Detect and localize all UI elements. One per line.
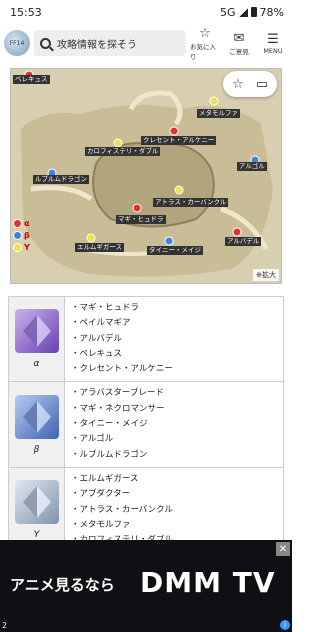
- list-item: ・アルバデル: [71, 333, 122, 344]
- legend-gamma: Y: [13, 243, 30, 252]
- ad-close-button[interactable]: ✕: [276, 542, 290, 556]
- star-icon: ☆: [232, 76, 244, 92]
- zoom-button[interactable]: ⊕拡大: [253, 269, 279, 281]
- map-label-atlas: アトラス・カーバンクル: [153, 198, 229, 207]
- crystal-list: ・マギ・ヒュドラ ・ペイルマギア ・アルバデル ・ベレキュス ・クレセント・アル…: [64, 295, 284, 383]
- crystal-symbol: β: [33, 444, 40, 455]
- crystal-symbol: α: [33, 359, 40, 370]
- ad-banner[interactable]: アニメ見るなら DMM TV ✕ i 2: [0, 540, 292, 632]
- bookmark-star-button[interactable]: ☆: [227, 73, 249, 95]
- list-item: ・エルムギガース: [71, 473, 139, 484]
- crystal-symbol: Y: [33, 530, 40, 541]
- map-marker-metamorpha[interactable]: [209, 96, 219, 106]
- map-label-crescent: クレセント・アルケニー: [141, 136, 217, 145]
- site-logo[interactable]: FF14: [4, 30, 30, 56]
- ad-page-number: 2: [2, 621, 8, 630]
- search-input[interactable]: 攻略情報を探そう: [34, 30, 186, 56]
- map-marker-crescent[interactable]: [169, 126, 179, 136]
- legend-beta: β: [13, 231, 30, 240]
- map-label-albadel: アルバデル: [225, 237, 262, 246]
- list-item: ・アトラス・カーバンクル: [71, 504, 173, 515]
- purple-crystal-icon: [14, 309, 59, 354]
- map-label-kalopisteri: カロフィステリ・ダブル: [85, 147, 161, 156]
- crystal-cell: α: [8, 295, 65, 383]
- map-label-hydra: マギ・ヒュドラ: [116, 215, 166, 224]
- clear-crystal-icon: [14, 480, 59, 525]
- list-item: ・マギ・ネクロマンサー: [71, 403, 165, 414]
- crystal-table: α ・マギ・ヒュドラ ・ペイルマギア ・アルバデル ・ベレキュス ・クレセント・…: [8, 295, 284, 554]
- signal-icon: [238, 7, 248, 17]
- map-label-metamorpha: メタモルファ: [197, 109, 240, 118]
- site-header: FF14 攻略情報を探そう ☆ お気に入り ✉ ご意見 ☰ MENU: [0, 24, 292, 62]
- blue-crystal-icon: [14, 394, 59, 439]
- map-marker-elmgigas[interactable]: [86, 233, 96, 243]
- crystal-cell: β: [8, 381, 65, 468]
- battery-label: 78%: [259, 5, 284, 19]
- ad-text: アニメ見るなら: [10, 576, 115, 594]
- map-label-beleques: ベレキュス: [13, 75, 50, 84]
- map-legend: α β Y: [13, 219, 30, 252]
- status-icons: 5G 78%: [220, 6, 284, 19]
- area-map[interactable]: ベレキュス メタモルファ クレセント・アルケニー カロフィステリ・ダブル ルブル…: [10, 68, 282, 284]
- list-item: ・クレセント・アルケニー: [71, 364, 173, 375]
- search-placeholder: 攻略情報を探そう: [57, 39, 137, 51]
- crystal-list: ・アラバスターブレード ・マギ・ネクロマンサー ・タイニー・メイジ ・アルゴル …: [64, 381, 284, 468]
- comment-button[interactable]: ▭: [251, 73, 273, 95]
- status-bar: 15:53 5G 78%: [0, 0, 292, 24]
- legend-dot-gamma: [13, 243, 22, 252]
- status-time: 15:53: [10, 5, 42, 19]
- crystal-row-alpha: α ・マギ・ヒュドラ ・ペイルマギア ・アルバデル ・ベレキュス ・クレセント・…: [8, 295, 284, 383]
- map-marker-tiny-mage[interactable]: [164, 236, 174, 246]
- list-item: ・メタモルファ: [71, 519, 131, 530]
- list-item: ・マギ・ヒュドラ: [71, 303, 140, 313]
- mail-icon: ✉: [233, 30, 245, 46]
- network-label: 5G: [220, 5, 236, 19]
- legend-dot-alpha: [13, 219, 22, 228]
- map-marker-albadel[interactable]: [232, 227, 242, 237]
- map-label-rubrum: ルブルムドラゴン: [33, 175, 89, 184]
- floating-toolbar: ☆ ▭: [223, 71, 277, 97]
- map-marker-hydra[interactable]: [132, 203, 142, 213]
- comment-icon: ▭: [255, 76, 269, 92]
- list-item: ・ペイルマギア: [71, 318, 131, 329]
- map-marker-atlas[interactable]: [174, 185, 184, 195]
- menu-button[interactable]: ☰ MENU: [258, 32, 288, 55]
- map-label-tiny-mage: タイニー・メイジ: [147, 246, 203, 255]
- ad-brand-logo: DMM TV: [140, 566, 276, 599]
- list-item: ・アラバスターブレード: [71, 388, 164, 399]
- list-item: ・アブダクター: [71, 489, 131, 500]
- favorite-button[interactable]: ☆ お気に入り: [190, 26, 220, 61]
- crystal-row-beta: β ・アラバスターブレード ・マギ・ネクロマンサー ・タイニー・メイジ ・アルゴ…: [8, 381, 284, 468]
- legend-dot-beta: [13, 231, 22, 240]
- battery-icon: [250, 7, 257, 17]
- feedback-button[interactable]: ✉ ご意見: [224, 31, 254, 56]
- list-item: ・アルゴル: [71, 434, 114, 445]
- ad-info-icon[interactable]: i: [280, 620, 290, 630]
- list-item: ・ベレキュス: [71, 348, 123, 359]
- list-item: ・ルブルムドラゴン: [71, 449, 148, 460]
- star-icon: ☆: [199, 25, 211, 41]
- map-label-elmgigas: エルムギガース: [75, 243, 125, 252]
- map-label-algol: アルゴル: [237, 162, 267, 171]
- menu-icon: ☰: [267, 31, 279, 47]
- legend-alpha: α: [13, 219, 30, 228]
- search-icon: [40, 37, 51, 49]
- list-item: ・タイニー・メイジ: [71, 419, 148, 430]
